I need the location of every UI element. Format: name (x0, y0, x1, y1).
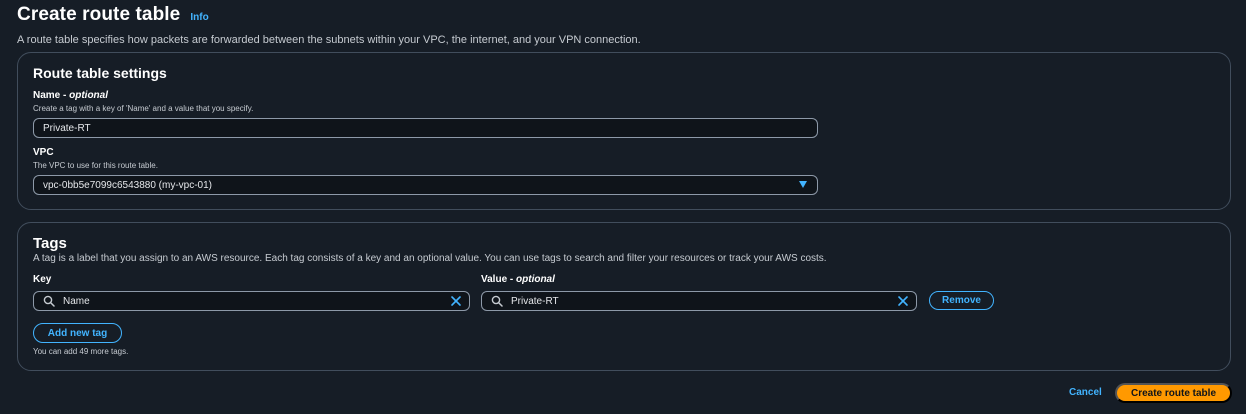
page-header: Create route table Info A route table sp… (17, 4, 641, 46)
value-optional-text: optional (516, 274, 555, 285)
remove-tag-button[interactable]: Remove (929, 291, 994, 310)
clear-icon[interactable] (897, 295, 909, 307)
add-new-tag-button[interactable]: Add new tag (33, 323, 122, 343)
caret-down-icon (799, 181, 807, 188)
settings-heading: Route table settings (33, 65, 167, 81)
tags-description: A tag is a label that you assign to an A… (33, 253, 827, 264)
vpc-help-text: The VPC to use for this route table. (33, 161, 158, 170)
tag-value-value: Private-RT (511, 295, 559, 307)
search-icon (43, 294, 57, 308)
cancel-button[interactable]: Cancel (1069, 387, 1102, 398)
name-input[interactable]: Private-RT (33, 118, 818, 138)
clear-icon[interactable] (450, 295, 462, 307)
name-input-value: Private-RT (43, 122, 91, 134)
search-icon (491, 294, 505, 308)
vpc-label: VPC (33, 147, 54, 158)
tag-key-value: Name (63, 295, 90, 307)
tags-remaining-note: You can add 49 more tags. (33, 347, 129, 356)
create-route-table-button[interactable]: Create route table (1115, 383, 1232, 403)
value-label: Value - optional (481, 274, 555, 285)
name-help-text: Create a tag with a key of 'Name' and a … (33, 104, 254, 113)
page-title: Create route table (17, 4, 181, 25)
tags-heading: Tags (33, 235, 67, 252)
tag-key-input[interactable]: Name (33, 291, 470, 311)
key-label: Key (33, 274, 52, 285)
tag-value-input[interactable]: Private-RT (481, 291, 917, 311)
page-description: A route table specifies how packets are … (17, 34, 641, 46)
tags-panel: Tags A tag is a label that you assign to… (17, 222, 1231, 371)
route-table-settings-panel: Route table settings Name - optional Cre… (17, 52, 1231, 210)
name-optional-text: optional (69, 90, 109, 101)
name-label: Name - optional (33, 90, 109, 101)
vpc-select[interactable]: vpc-0bb5e7099c6543880 (my-vpc-01) (33, 175, 818, 195)
info-link[interactable]: Info (190, 12, 208, 23)
vpc-select-value: vpc-0bb5e7099c6543880 (my-vpc-01) (43, 179, 212, 191)
